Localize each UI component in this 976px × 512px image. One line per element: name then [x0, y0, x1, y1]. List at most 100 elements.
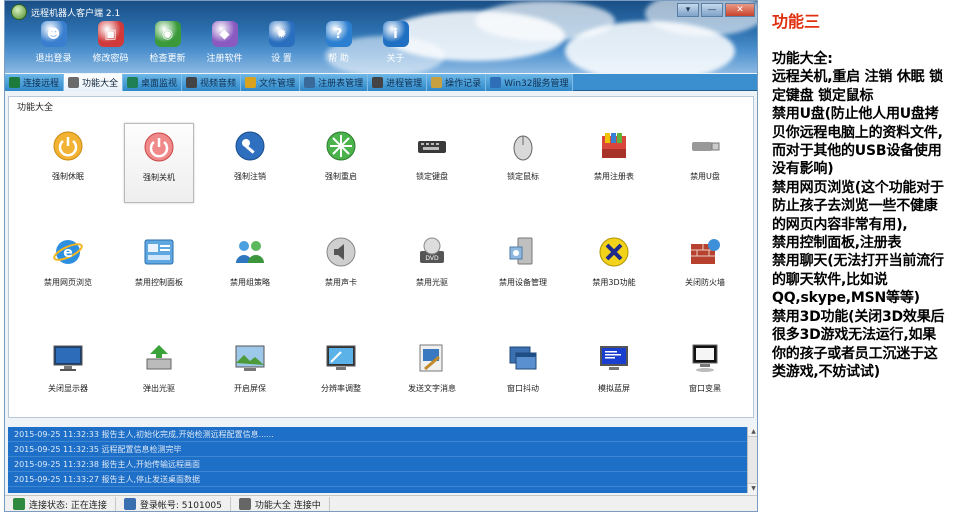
tab-5[interactable]: 注册表管理 — [300, 74, 369, 91]
feature-button-0[interactable]: 强制休眠 — [33, 123, 103, 203]
speaker-icon — [324, 235, 358, 269]
toolbar-button-label: 设 置 — [271, 54, 292, 64]
description-line: QQ,skype,MSN等等) — [772, 290, 920, 307]
description-line: 你的孩子或者员工沉迷于这 — [772, 345, 938, 362]
scroll-down-icon[interactable]: ▼ — [748, 483, 757, 493]
monitor-icon — [127, 77, 139, 88]
process-icon — [372, 77, 384, 88]
tab-3[interactable]: 视频音频 — [182, 74, 242, 91]
feature-button-11[interactable]: 禁用声卡 — [306, 229, 376, 309]
app-logo-icon — [11, 4, 27, 20]
feature-button-9[interactable]: 禁用控制面板 — [124, 229, 194, 309]
toolbar-button-6[interactable]: i 关于 — [367, 21, 424, 64]
window-controls: ▾ — ✕ — [677, 3, 755, 17]
feature-grid: 强制休眠 强制关机 强制注销 强制重启 锁定键盘 锁定鼠标 禁用注册表 禁用U盘 e 禁用网页浏览… — [29, 123, 749, 415]
keyboard-icon — [415, 129, 449, 163]
minimize-button[interactable]: — — [701, 3, 723, 17]
feature-button-8[interactable]: e 禁用网页浏览 — [33, 229, 103, 309]
usb-icon — [688, 129, 722, 163]
feature-label: 强制休眠 — [52, 172, 84, 181]
window-black-icon — [688, 341, 722, 375]
tab-label: 功能大全 — [82, 79, 119, 89]
tab-8[interactable]: Win32服务管理 — [486, 74, 574, 91]
feature-button-17[interactable]: 弹出光驱 — [124, 335, 194, 415]
tab-0[interactable]: 连接远程 — [5, 74, 65, 91]
description-line: 而对于其他的USB设备使用 — [772, 143, 942, 160]
feature-button-14[interactable]: 禁用3D功能 — [579, 229, 649, 309]
status-item-2: 功能大全 连接中 — [231, 496, 330, 511]
feature-button-18[interactable]: 开启屏保 — [215, 335, 285, 415]
toolbar-button-1[interactable]: ▣ 修改密码 — [82, 21, 139, 64]
title-bar: 远程机器人客户端 2.1 — [11, 4, 120, 20]
close-button[interactable]: ✕ — [725, 3, 755, 17]
feature-label: 禁用设备管理 — [499, 278, 547, 287]
feature-button-20[interactable]: 发送文字消息 — [397, 335, 467, 415]
feature-button-5[interactable]: 锁定鼠标 — [488, 123, 558, 203]
toolbar-button-3[interactable]: ◆ 注册软件 — [196, 21, 253, 64]
toolbar-button-5[interactable]: ? 帮 助 — [310, 21, 367, 64]
feature-button-19[interactable]: 分辨率调整 — [306, 335, 376, 415]
menu-dropdown-button[interactable]: ▾ — [677, 3, 699, 17]
feature-button-13[interactable]: 禁用设备管理 — [488, 229, 558, 309]
feature-button-2[interactable]: 强制注销 — [215, 123, 285, 203]
group-policy-icon — [233, 235, 267, 269]
feature-label: 强制重启 — [325, 172, 357, 181]
feature-button-15[interactable]: 关闭防火墙 — [670, 229, 740, 309]
toolbar-button-2[interactable]: ◉ 检查更新 — [139, 21, 196, 64]
feature-button-1[interactable]: 强制关机 — [124, 123, 194, 203]
description-body: 功能大全: 远程关机,重启 注销 休眠 锁定键盘 锁定鼠标 禁用U盘(防止他人用U盘… — [772, 50, 972, 381]
description-line: 定键盘 锁定鼠标 — [772, 87, 874, 104]
log-entry: 2015-09-25 11:32:33 报告主人,初始化完成,开始检测远程配置信… — [8, 427, 757, 442]
firewall-icon — [688, 235, 722, 269]
feature-label: 弹出光驱 — [143, 384, 175, 393]
description-line: 的聊天软件,比如说 — [772, 271, 888, 288]
feature-button-4[interactable]: 锁定键盘 — [397, 123, 467, 203]
restart-icon — [324, 129, 358, 163]
feature-label: 模拟蓝屏 — [598, 384, 630, 393]
toolbar-button-0[interactable]: ☻ 退出登录 — [25, 21, 82, 64]
tab-4[interactable]: 文件管理 — [241, 74, 301, 91]
tab-label: 桌面监视 — [141, 79, 178, 89]
message-icon — [415, 341, 449, 375]
feature-button-7[interactable]: 禁用U盘 — [670, 123, 740, 203]
feature-button-12[interactable]: DVD 禁用光驱 — [397, 229, 467, 309]
svg-text:DVD: DVD — [425, 255, 439, 262]
feature-label: 锁定键盘 — [416, 172, 448, 181]
network-icon — [9, 77, 20, 88]
feature-button-16[interactable]: 关闭显示器 — [33, 335, 103, 415]
feature-button-10[interactable]: 禁用组策略 — [215, 229, 285, 309]
feature-label: 禁用网页浏览 — [44, 278, 92, 287]
control-panel-icon — [142, 235, 176, 269]
description-heading: 功能三 — [772, 12, 821, 31]
registry-icon — [304, 77, 316, 88]
feature-button-3[interactable]: 强制重启 — [306, 123, 376, 203]
description-line: 没有影响) — [772, 161, 834, 178]
window-shake-icon — [506, 341, 540, 375]
scroll-up-icon[interactable]: ▲ — [748, 427, 757, 437]
tab-1[interactable]: 功能大全 — [64, 74, 124, 91]
tab-label: 操作记录 — [445, 79, 482, 89]
feature-label: 禁用光驱 — [416, 278, 448, 287]
feature-label: 窗口变黑 — [689, 384, 721, 393]
screensaver-icon — [233, 341, 267, 375]
feature-label: 窗口抖动 — [507, 384, 539, 393]
tab-7[interactable]: 操作记录 — [427, 74, 487, 91]
users-icon: ☻ — [40, 21, 67, 47]
feature-button-23[interactable]: 窗口变黑 — [670, 335, 740, 415]
app-window: 远程机器人客户端 2.1 ▾ — ✕ ☻ 退出登录 ▣ 修改密码 ◉ 检查更新 ◆ 注册软件 ✹… — [4, 0, 758, 512]
description-line: 禁用网页浏览(这个功能对于 — [772, 179, 944, 196]
toolbar-button-4[interactable]: ✹ 设 置 — [253, 21, 310, 64]
bluescreen-icon — [597, 341, 631, 375]
feature-label: 锁定鼠标 — [507, 172, 539, 181]
tab-6[interactable]: 进程管理 — [368, 74, 428, 91]
sleep-icon — [51, 129, 85, 163]
header: 远程机器人客户端 2.1 ▾ — ✕ ☻ 退出登录 ▣ 修改密码 ◉ 检查更新 ◆ 注册软件 ✹… — [5, 1, 757, 73]
description-panel: 功能三 功能大全: 远程关机,重启 注销 休眠 锁定键盘 锁定鼠标 禁用U盘(防止他… — [772, 8, 972, 381]
feature-button-21[interactable]: 窗口抖动 — [488, 335, 558, 415]
feature-button-22[interactable]: 模拟蓝屏 — [579, 335, 649, 415]
log-scrollbar[interactable]: ▲ ▼ — [747, 427, 757, 493]
tab-2[interactable]: 桌面监视 — [123, 74, 183, 91]
status-label: 登录帐号: 5101005 — [139, 500, 222, 511]
tab-bar: 连接远程 功能大全 桌面监视 视频音频 文件管理 注册表管理 进程管理 操作记录 Win32服务… — [5, 74, 757, 91]
feature-button-6[interactable]: 禁用注册表 — [579, 123, 649, 203]
